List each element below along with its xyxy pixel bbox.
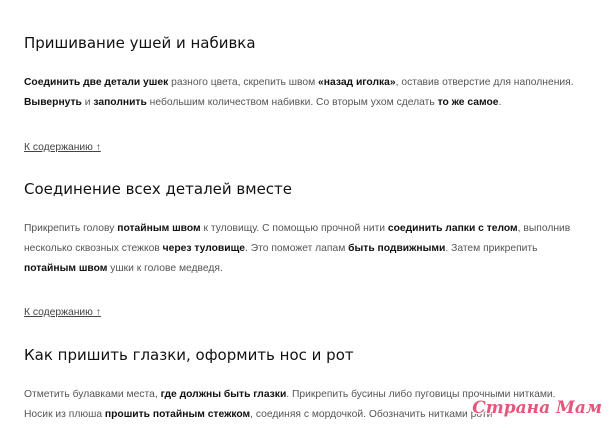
bold-text: заполнить [93, 97, 147, 108]
section-assembly: Соединение всех деталей вместе [24, 180, 594, 198]
bold-text: Вывернуть [24, 97, 82, 108]
toc-link[interactable]: К содержанию ↑ [24, 142, 101, 153]
section-ears: Пришивание ушей и набивка [24, 34, 594, 52]
text: , соединяя с мордочкой. Обозначить нитка… [250, 409, 493, 420]
bold-text: то же самое [437, 97, 499, 108]
text: . Это поможет лапам [245, 243, 349, 254]
bold-text: быть подвижными [348, 243, 446, 254]
bold-text: соединить лапки с телом [387, 223, 518, 234]
text: . [498, 97, 502, 108]
bold-text: потайным швом [117, 223, 201, 234]
paragraph-line: Вывернуть и заполнить небольшим количест… [24, 93, 594, 113]
text: разного цвета, скрепить швом [168, 77, 319, 88]
bold-text: потайным швом [24, 263, 108, 274]
toc-link[interactable]: К содержанию ↑ [24, 307, 101, 318]
bold-text: через туловище [162, 243, 246, 254]
text: , оставив отверстие для наполнения. [395, 77, 574, 88]
text: , выполнив [517, 223, 571, 234]
paragraph-line: Соединить две детали ушек разного цвета,… [24, 73, 594, 93]
section-paragraph: Соединить две детали ушек разного цвета,… [24, 73, 594, 113]
paragraph-line: потайным швом ушки к голове медведя. [24, 259, 594, 279]
bold-text: Соединить две детали ушек [24, 77, 169, 88]
paragraph-line: несколько сквозных стежков через туловищ… [24, 239, 594, 259]
section-paragraph: Прикрепить голову потайным швом к тулови… [24, 219, 594, 279]
text: Прикрепить голову [24, 223, 118, 234]
text: Носик из плюша [24, 409, 105, 420]
text: . Затем прикрепить [445, 243, 538, 254]
toc-link-wrap: К содержанию ↑ [24, 300, 594, 319]
section-eyes-nose: Как пришить глазки, оформить нос и рот [24, 346, 594, 364]
watermark-logo: Страна Мам [472, 398, 602, 418]
bold-text: прошить потайным стежком [104, 409, 251, 420]
text: Отметить булавками места, [24, 389, 161, 400]
toc-link-wrap: К содержанию ↑ [24, 135, 594, 154]
paragraph-line: Прикрепить голову потайным швом к тулови… [24, 219, 594, 239]
section-heading: Соединение всех деталей вместе [24, 180, 293, 198]
text: ушки к голове медведя. [107, 263, 223, 274]
section-heading: Пришивание ушей и набивка [24, 34, 256, 52]
bold-text: где должны быть глазки [160, 389, 287, 400]
text: и [81, 97, 94, 108]
bold-text: «назад иголка» [318, 77, 396, 88]
section-heading: Как пришить глазки, оформить нос и рот [24, 346, 354, 364]
text: небольшим количеством набивки. Со вторым… [146, 97, 438, 108]
text: несколько сквозных стежков [24, 243, 163, 254]
text: к туловищу. С помощью прочной нити [200, 223, 388, 234]
